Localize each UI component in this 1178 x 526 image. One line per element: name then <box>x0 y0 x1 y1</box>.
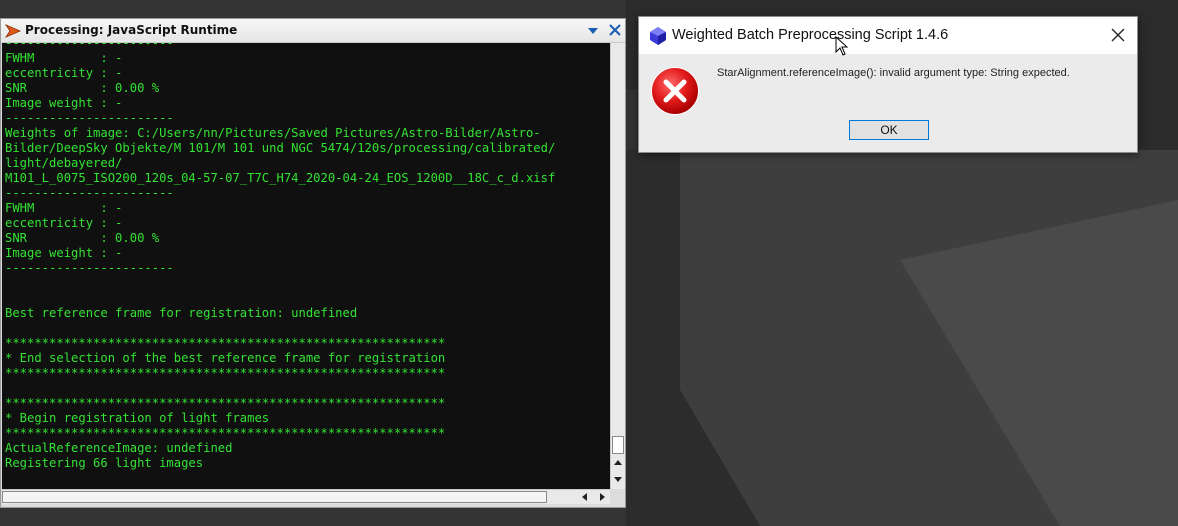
console-line: Registering 66 light images <box>5 456 204 470</box>
mouse-cursor-icon <box>835 36 848 56</box>
console-line: * End selection of the best reference fr… <box>5 351 446 365</box>
console-line: ****************************************… <box>5 426 446 440</box>
close-icon[interactable] <box>1111 28 1125 42</box>
console-line: ----------------------- <box>5 111 174 125</box>
dialog-message: StarAlignment.referenceImage(): invalid … <box>717 67 1070 79</box>
console-line: FWHM : - <box>5 51 123 65</box>
vertical-scrollbar[interactable] <box>610 43 625 489</box>
vertical-scroll-thumb[interactable] <box>612 436 624 454</box>
console-line: eccentricity : - <box>5 216 123 230</box>
chevron-down-icon[interactable] <box>587 25 599 37</box>
console-line: Bilder/DeepSky Objekte/M 101/M 101 und N… <box>5 141 556 155</box>
desktop-bottom-strip <box>0 508 626 526</box>
pixinsight-gem-icon <box>650 27 666 45</box>
console-line: ****************************************… <box>5 396 446 410</box>
error-icon <box>651 67 699 115</box>
console-line: light/debayered/ <box>5 156 123 170</box>
pixinsight-arrow-icon <box>5 24 21 38</box>
console-line: FWHM : - <box>5 201 123 215</box>
console-title: Processing: JavaScript Runtime <box>25 23 238 37</box>
console-line: ----------------------- <box>5 186 174 200</box>
console-line: * Begin registration of light frames <box>5 411 270 425</box>
console-line: ----------------------- <box>5 261 174 275</box>
console-line: ActualReferenceImage: undefined <box>5 441 233 455</box>
horizontal-scroll-thumb[interactable] <box>2 491 547 503</box>
console-line: ****************************************… <box>5 366 446 380</box>
error-dialog: Weighted Batch Preprocessing Script 1.4.… <box>638 16 1138 153</box>
console-line: eccentricity : - <box>5 66 123 80</box>
console-titlebar[interactable]: Processing: JavaScript Runtime <box>1 19 625 43</box>
close-icon[interactable] <box>608 23 622 37</box>
console-line: Image weight : - <box>5 96 123 110</box>
ok-button[interactable]: OK <box>849 120 929 140</box>
scroll-down-arrow-icon[interactable] <box>613 474 623 484</box>
dialog-body: StarAlignment.referenceImage(): invalid … <box>639 54 1137 152</box>
console-line: ****************************************… <box>5 336 446 350</box>
scroll-up-arrow-icon[interactable] <box>613 458 623 468</box>
console-line: SNR : 0.00 % <box>5 81 160 95</box>
dialog-titlebar[interactable]: Weighted Batch Preprocessing Script 1.4.… <box>639 17 1137 54</box>
console-line: Weights of image: C:/Users/nn/Pictures/S… <box>5 126 541 140</box>
console-line: SNR : 0.00 % <box>5 231 160 245</box>
horizontal-scrollbar[interactable] <box>2 489 610 504</box>
console-line: ----------------------- <box>5 43 174 50</box>
console-line: Best reference frame for registration: u… <box>5 306 358 320</box>
dialog-title: Weighted Batch Preprocessing Script 1.4.… <box>672 27 949 43</box>
scroll-left-arrow-icon[interactable] <box>580 492 590 502</box>
console-text: ----------------------- FWHM : - eccentr… <box>5 43 555 471</box>
console-output[interactable]: ----------------------- FWHM : - eccentr… <box>2 43 610 489</box>
console-window: Processing: JavaScript Runtime ---------… <box>0 18 626 508</box>
scroll-right-arrow-icon[interactable] <box>597 492 607 502</box>
console-line: M101_L_0075_ISO200_120s_04-57-07_T7C_H74… <box>5 171 556 185</box>
console-line: Image weight : - <box>5 246 123 260</box>
